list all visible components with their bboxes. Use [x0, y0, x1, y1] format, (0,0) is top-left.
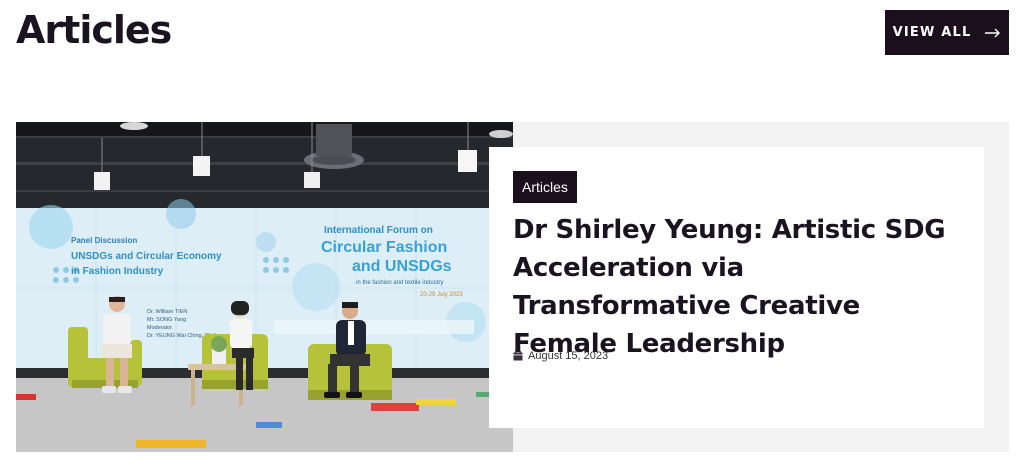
screen-moderator-label: Moderator	[147, 325, 172, 331]
article-date: August 15, 2023	[528, 350, 609, 362]
screen-forum-dates: 20-29 July 2023	[420, 292, 463, 298]
arrow-right-icon	[985, 28, 1001, 37]
article-date-row: August 15, 2023	[513, 350, 608, 362]
screen-title-line2: in Fashion Industry	[71, 266, 164, 277]
calendar-icon	[513, 351, 523, 361]
screen-forum-title2: and UNSDGs	[352, 258, 452, 275]
screen-forum-subtitle: in the fashion and textile industry	[356, 280, 443, 286]
screen-title-line1: UNSDGs and Circular Economy	[71, 251, 222, 262]
screen-speaker2: Mr. SONG Yang	[147, 317, 186, 323]
article-title[interactable]: Dr Shirley Yeung: Artistic SDG Accelerat…	[513, 211, 968, 363]
screen-forum-heading: International Forum on	[324, 225, 433, 236]
screen-speaker1: Dr. William TIEN	[147, 309, 187, 315]
screen-forum-title1: Circular Fashion	[321, 239, 447, 256]
view-all-label: VIEW ALL	[892, 25, 972, 40]
featured-article-card: Articles Dr Shirley Yeung: Artistic SDG …	[489, 147, 984, 428]
category-badge[interactable]: Articles	[513, 171, 577, 203]
featured-article-photo[interactable]: Panel Discussion UNSDGs and Circular Eco…	[16, 122, 513, 452]
screen-heading: Panel Discussion	[71, 236, 137, 245]
section-title: Articles	[16, 8, 172, 52]
view-all-button[interactable]: VIEW ALL	[885, 10, 1009, 55]
